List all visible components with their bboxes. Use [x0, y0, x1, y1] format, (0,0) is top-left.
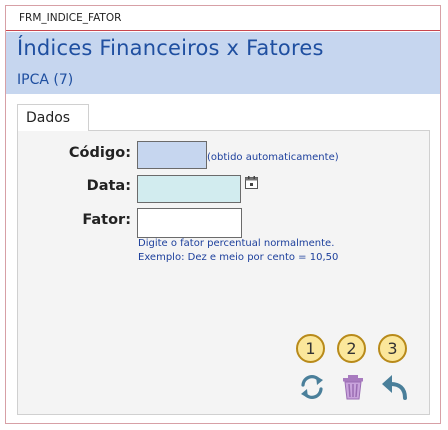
refresh-icon[interactable] — [297, 372, 327, 402]
undo-icon[interactable] — [379, 372, 409, 402]
data-field[interactable] — [137, 175, 241, 203]
codigo-label: Código: — [68, 145, 131, 161]
trash-icon[interactable] — [338, 372, 368, 402]
form-header: Índices Financeiros x Fatores IPCA (7) — [6, 32, 440, 94]
codigo-field[interactable] — [137, 141, 207, 169]
page-title: Índices Financeiros x Fatores — [17, 36, 324, 60]
fator-label: Fator: — [82, 212, 131, 228]
page-subtitle: IPCA (7) — [17, 72, 74, 88]
codigo-hint: (obtido automaticamente) — [207, 152, 339, 163]
marker-1: 1 — [296, 334, 325, 363]
window-caption: FRM_INDICE_FATOR — [6, 6, 440, 31]
fator-hint-line1: Digite o fator percentual normalmente. — [138, 238, 335, 249]
fator-hint-line2: Exemplo: Dez e meio por cento = 10,50 — [138, 252, 339, 263]
tab-panel-dados — [17, 130, 430, 415]
marker-3: 3 — [378, 334, 407, 363]
data-label: Data: — [86, 178, 131, 194]
fator-field[interactable] — [137, 208, 242, 238]
marker-2: 2 — [337, 334, 366, 363]
tab-dados[interactable]: Dados — [17, 104, 89, 131]
calendar-icon[interactable] — [245, 176, 258, 189]
